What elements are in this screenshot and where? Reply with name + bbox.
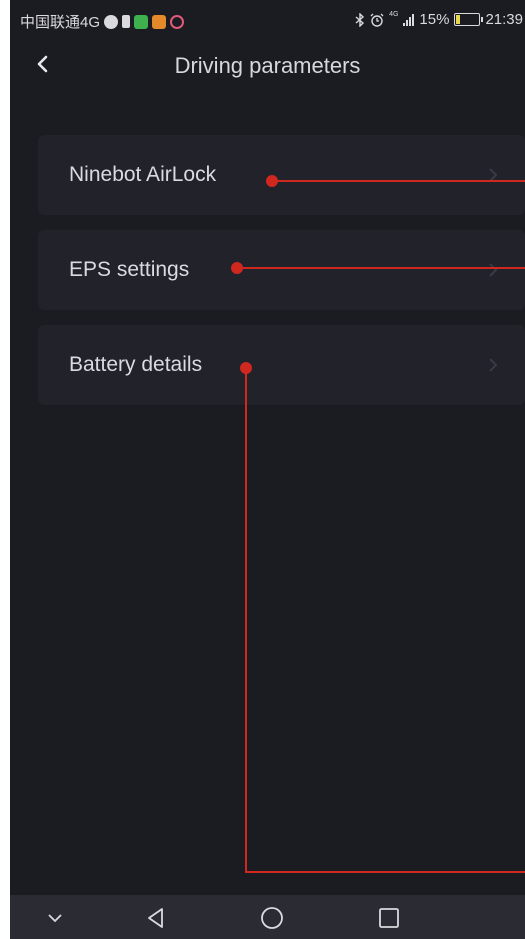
collapse-icon [48, 914, 62, 923]
notification-icon [104, 14, 119, 29]
back-nav-button[interactable] [141, 903, 171, 933]
screen: 中国联通4G 4G 15% 21:39 Driving parameters N… [0, 0, 525, 939]
network-badge: 4G [389, 11, 399, 18]
signal-icon [403, 13, 415, 26]
carrier-label: 中国联通4G [20, 14, 101, 31]
phone-screen: 中国联通4G 4G 15% 21:39 Driving parameters N… [10, 0, 525, 939]
page-title: Driving parameters [174, 53, 361, 78]
bluetooth-icon [355, 12, 365, 27]
chevron-right-icon [489, 168, 498, 182]
recents-button[interactable] [374, 903, 404, 933]
battery-percent: 15% [419, 11, 450, 28]
clock: 21:39 [485, 11, 523, 28]
status-bar: 中国联通4G 4G 15% 21:39 [10, 0, 525, 40]
battery-icon [454, 13, 484, 26]
collapse-button[interactable] [40, 903, 70, 933]
menu-item-label: Ninebot AirLock [69, 163, 217, 186]
home-circle-icon [261, 907, 283, 929]
app-green-icon [134, 14, 149, 29]
chevron-right-icon [489, 358, 498, 372]
alarm-icon [370, 13, 384, 27]
recents-square-icon [379, 908, 399, 928]
menu-item-eps-settings[interactable]: EPS settings [38, 230, 525, 310]
navigation-bar [10, 895, 525, 939]
app-header: Driving parameters [10, 40, 525, 96]
menu-item-ninebot-airlock[interactable]: Ninebot AirLock [38, 135, 525, 215]
status-right: 4G 15% 21:39 [355, 11, 523, 28]
chevron-right-icon [489, 263, 498, 277]
home-button[interactable] [257, 903, 287, 933]
app-ring-icon [170, 14, 185, 29]
menu-item-battery-details[interactable]: Battery details [38, 325, 525, 405]
app-orange-icon [152, 14, 167, 29]
menu-item-label: Battery details [69, 353, 203, 376]
menu-item-label: EPS settings [69, 258, 190, 281]
back-triangle-icon [148, 908, 163, 928]
battery-small-icon [122, 15, 131, 28]
status-left: 中国联通4G [20, 11, 185, 32]
